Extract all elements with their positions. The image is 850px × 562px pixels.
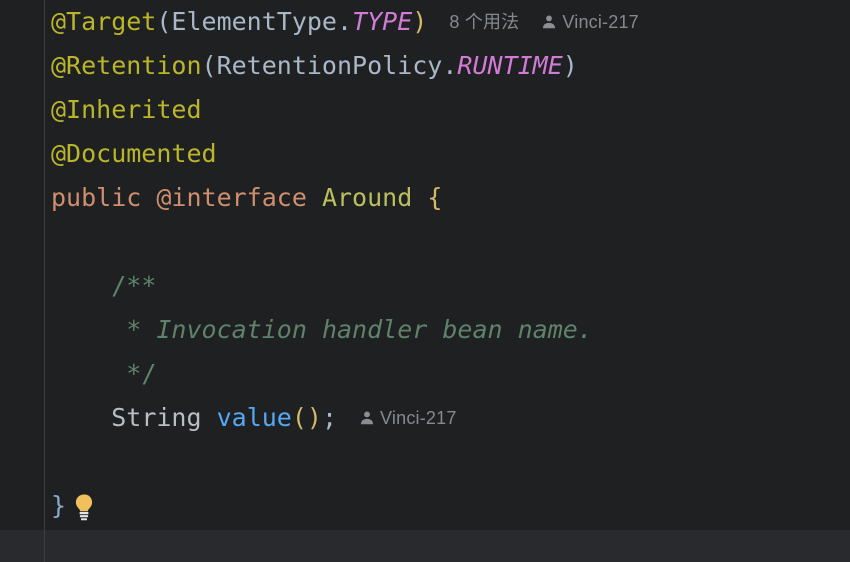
code-token-punct: . bbox=[337, 7, 353, 36]
code-token-punct bbox=[412, 183, 427, 212]
code-token-classname: Around bbox=[321, 183, 413, 212]
inlay-hint-usages[interactable]: 8 个用法 bbox=[449, 0, 519, 44]
code-token-punct bbox=[141, 183, 156, 212]
code-line[interactable] bbox=[51, 440, 850, 484]
inlay-hint-author[interactable]: Vinci-217 bbox=[359, 396, 457, 440]
code-token-comment: Invocation handler bean name. bbox=[156, 315, 593, 344]
code-token-keyword: @interface bbox=[156, 183, 307, 212]
code-token-paren: ) bbox=[562, 51, 578, 80]
inlay-hint-author[interactable]: Vinci-217 bbox=[541, 0, 639, 44]
inlay-hint-label: Vinci-217 bbox=[562, 12, 639, 32]
code-line[interactable]: @Documented bbox=[51, 132, 850, 176]
code-line[interactable]: String value(); Vinci-217 bbox=[51, 396, 850, 440]
code-token-punct: . bbox=[442, 51, 458, 80]
bottom-panel-divider bbox=[44, 530, 45, 562]
code-line[interactable]: @Inherited bbox=[51, 88, 850, 132]
code-token-punct: ; bbox=[321, 403, 338, 432]
code-line[interactable]: * Invocation handler bean name. bbox=[51, 308, 850, 352]
code-line[interactable] bbox=[51, 220, 850, 264]
editor-code-pane[interactable]: @Target(ElementType.TYPE) 8 个用法 Vinci-217 @… bbox=[0, 0, 850, 530]
intention-bulb-icon[interactable] bbox=[70, 492, 98, 522]
inlay-hint-label: Vinci-217 bbox=[380, 408, 457, 428]
code-token-punct bbox=[307, 183, 322, 212]
code-token-ident: RetentionPolicy bbox=[216, 51, 443, 80]
code-token-ident: ElementType bbox=[171, 7, 337, 36]
code-token-paren: ( bbox=[156, 7, 172, 36]
code-editor[interactable]: @Target(ElementType.TYPE) 8 个用法 Vinci-217 @… bbox=[0, 0, 850, 562]
inlay-hint-label: 8 个用法 bbox=[449, 12, 520, 32]
code-lines-container[interactable]: @Target(ElementType.TYPE) 8 个用法 Vinci-217 @… bbox=[51, 0, 850, 530]
code-line[interactable]: /** bbox=[51, 264, 850, 308]
code-line[interactable]: @Target(ElementType.TYPE) 8 个用法 Vinci-217 bbox=[51, 0, 850, 44]
editor-gutter[interactable] bbox=[0, 0, 44, 530]
code-token-comment-plain: /** bbox=[111, 271, 157, 300]
code-token-method: value bbox=[216, 403, 292, 432]
code-token-brace-gold: () bbox=[291, 403, 322, 432]
code-line[interactable]: public @interface Around { bbox=[51, 176, 850, 220]
code-token-comment-plain: */ bbox=[111, 359, 157, 388]
code-token-brace-gold: { bbox=[427, 183, 443, 212]
code-token-punct bbox=[202, 403, 217, 432]
code-token-annotation: @Retention bbox=[51, 51, 202, 80]
code-token-brace-gold: ) bbox=[412, 7, 428, 36]
code-token-static-field: TYPE bbox=[352, 7, 413, 36]
code-token-paren: ( bbox=[201, 51, 217, 80]
editor-bottom-panel bbox=[0, 530, 850, 562]
gutter-divider bbox=[44, 0, 45, 530]
person-icon bbox=[541, 14, 557, 30]
code-token-annotation: @Target bbox=[51, 7, 157, 36]
code-token-static-field: RUNTIME bbox=[457, 51, 563, 80]
code-token-annotation: @Inherited bbox=[51, 95, 202, 124]
code-line[interactable]: } bbox=[51, 484, 850, 528]
code-line[interactable]: @Retention(RetentionPolicy.RUNTIME) bbox=[51, 44, 850, 88]
code-token-comment-plain: * bbox=[111, 315, 157, 344]
code-token-brace-blue: } bbox=[51, 491, 67, 520]
code-token-annotation: @Documented bbox=[51, 139, 217, 168]
code-token-type: String bbox=[111, 403, 202, 432]
code-token-keyword: public bbox=[51, 183, 142, 212]
person-icon bbox=[359, 410, 375, 426]
code-line[interactable]: */ bbox=[51, 352, 850, 396]
